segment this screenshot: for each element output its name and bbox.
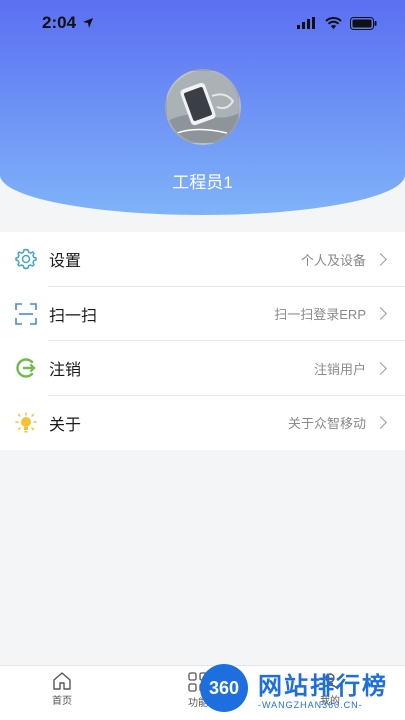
watermark-badge: 360 bbox=[200, 664, 248, 712]
logout-icon bbox=[15, 357, 37, 379]
menu-label-about: 关于 bbox=[49, 416, 82, 434]
menu-right-logout: 注销用户 bbox=[314, 359, 389, 378]
time-text: 2:04 bbox=[42, 13, 77, 32]
menu-detail-scan: 扫一扫登录ERP bbox=[274, 307, 366, 323]
status-bar: 2:04 bbox=[0, 0, 405, 46]
menu-right-about: 关于众智移动 bbox=[288, 413, 389, 432]
battery-icon bbox=[350, 16, 377, 30]
menu-detail-about: 关于众智移动 bbox=[287, 416, 366, 432]
wifi-icon bbox=[325, 17, 342, 29]
home-icon bbox=[53, 672, 71, 690]
watermark-title: 网站排行榜 bbox=[258, 673, 388, 700]
menu-item-about[interactable]: 关于 关于众智移动 bbox=[0, 396, 405, 451]
chevron-right-icon bbox=[374, 307, 387, 321]
settings-menu: 设置 个人及设备 扫一扫 扫一扫登录ERP 注销 注销用户 关于 关于众智移动 bbox=[0, 232, 405, 450]
chevron-right-icon bbox=[374, 361, 387, 375]
menu-item-settings[interactable]: 设置 个人及设备 bbox=[0, 232, 405, 287]
menu-detail-settings: 个人及设备 bbox=[300, 252, 366, 268]
chevron-right-icon bbox=[374, 416, 387, 430]
avatar-photo bbox=[167, 71, 239, 143]
chevron-right-icon bbox=[374, 252, 387, 266]
menu-right-scan: 扫一扫登录ERP bbox=[274, 304, 389, 323]
menu-detail-logout: 注销用户 bbox=[313, 361, 366, 377]
watermark-logo: 360 网站排行榜 -WANGZHAN360.CN- bbox=[196, 660, 405, 720]
menu-label-settings: 设置 bbox=[49, 253, 82, 271]
menu-item-logout[interactable]: 注销 注销用户 bbox=[0, 341, 405, 396]
cellular-signal-icon bbox=[297, 17, 315, 29]
menu-item-scan[interactable]: 扫一扫 扫一扫登录ERP bbox=[0, 287, 405, 342]
username: 工程员1 bbox=[172, 173, 233, 192]
watermark-domain: -WANGZHAN360.CN- bbox=[258, 700, 363, 710]
profile-screen: 2:04 工程员1 设置 个人及设备 扫一扫 扫一扫登录ERP 注销 注销用户 … bbox=[0, 0, 405, 720]
status-indicators bbox=[297, 16, 377, 30]
status-time: 2:04 bbox=[42, 13, 94, 33]
scan-icon bbox=[15, 302, 37, 325]
tab-home[interactable]: 首页 bbox=[52, 672, 72, 707]
profile-header: 2:04 工程员1 bbox=[0, 0, 405, 215]
tab-home-label: 首页 bbox=[52, 696, 72, 707]
menu-right-settings: 个人及设备 bbox=[301, 250, 389, 269]
bulb-icon bbox=[15, 412, 37, 434]
gear-icon bbox=[15, 248, 37, 270]
avatar[interactable] bbox=[165, 69, 241, 145]
menu-label-logout: 注销 bbox=[49, 362, 82, 380]
location-arrow-icon bbox=[83, 18, 94, 28]
menu-label-scan: 扫一扫 bbox=[49, 307, 98, 325]
